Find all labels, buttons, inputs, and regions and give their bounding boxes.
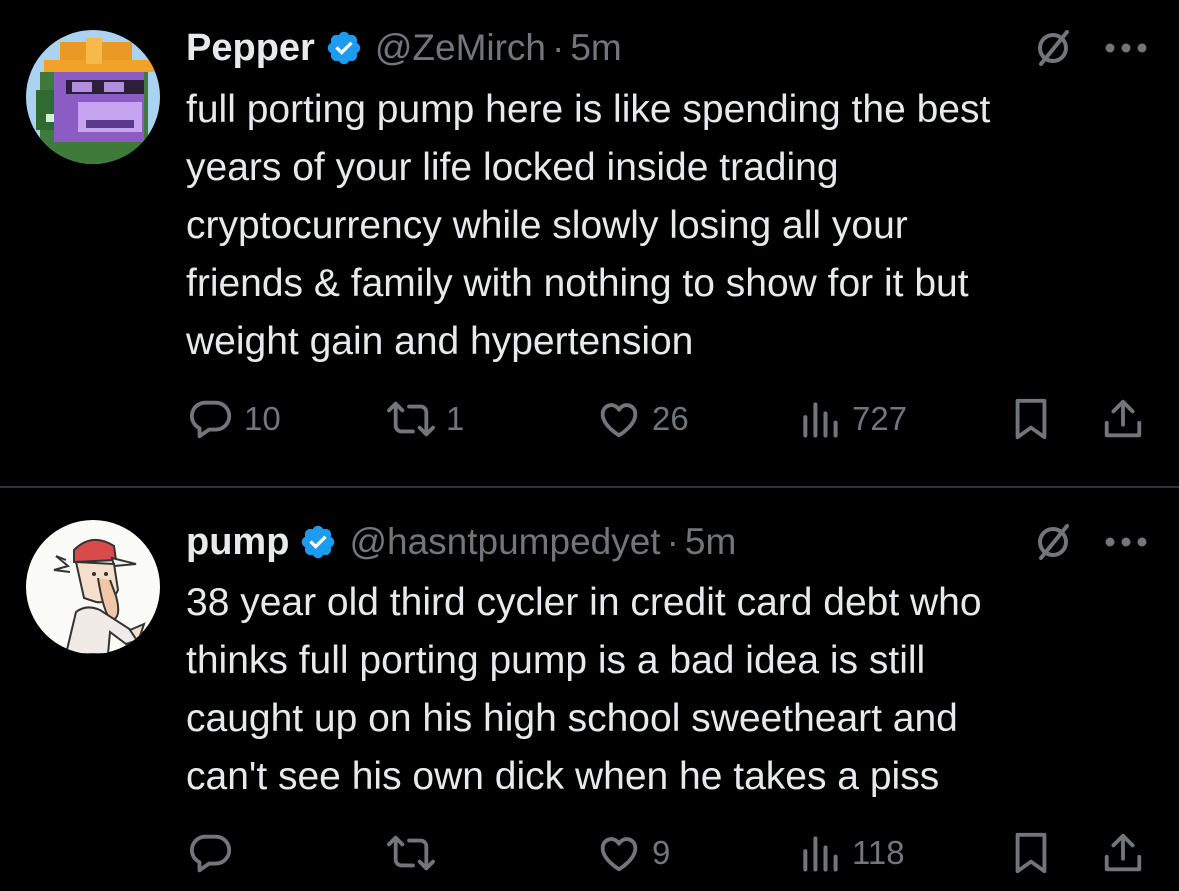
views-button[interactable]: 118 — [798, 828, 905, 878]
like-button[interactable]: 9 — [596, 828, 670, 878]
bookmark-button[interactable] — [1008, 828, 1054, 878]
tweet-header: pump @hasntpumpedyet · 5m — [186, 516, 1149, 568]
tweet-text-line: cryptocurrency while slowly losing all y… — [186, 204, 908, 247]
heart-icon — [600, 837, 638, 872]
repost-button[interactable] — [386, 828, 446, 878]
tweet[interactable]: pump @hasntpumpedyet · 5m 38 year old th… — [0, 488, 1179, 891]
like-button[interactable]: 26 — [596, 394, 689, 444]
tweet[interactable]: Pepper @ZeMirch · 5m full porting pump h… — [0, 0, 1179, 486]
action-bar: 10 1 26 727 — [186, 394, 1146, 444]
tweet-text-line: caught up on his high school sweetheart … — [186, 697, 958, 740]
tweet-text-line: 38 year old third cycler in credit card … — [186, 581, 982, 624]
grok-icon[interactable] — [1031, 26, 1075, 70]
reply-icon — [189, 400, 232, 439]
verified-badge-icon — [327, 31, 361, 65]
tweet-text-line: weight gain and hypertension — [186, 320, 694, 363]
reply-button[interactable]: 10 — [188, 394, 281, 444]
view-count: 727 — [852, 400, 908, 437]
grok-icon[interactable] — [1031, 520, 1075, 564]
analytics-icon — [803, 836, 838, 872]
repost-icon — [387, 401, 435, 437]
handle[interactable]: @ZeMirch — [375, 27, 546, 69]
like-count: 26 — [652, 400, 689, 437]
share-button[interactable] — [1100, 828, 1146, 878]
reply-icon — [189, 834, 232, 873]
more-options-icon[interactable] — [1103, 40, 1149, 56]
heart-icon — [600, 403, 638, 438]
action-bar: 9 118 — [186, 828, 1146, 878]
tweet-text-line: years of your life locked inside trading — [186, 146, 839, 189]
repost-button[interactable]: 1 — [386, 394, 464, 444]
analytics-icon — [803, 402, 838, 438]
more-options-icon[interactable] — [1103, 534, 1149, 550]
cartoon-man-avatar-icon — [26, 520, 160, 654]
share-icon — [1104, 399, 1142, 438]
repost-count: 1 — [446, 400, 465, 437]
share-icon — [1104, 833, 1142, 872]
tweet-text-line: full porting pump here is like spending … — [186, 88, 991, 131]
timestamp[interactable]: 5m — [570, 27, 621, 69]
bookmark-icon — [1015, 398, 1047, 440]
tweet-text: 38 year old third cycler in credit card … — [186, 574, 1146, 806]
handle[interactable]: @hasntpumpedyet — [349, 521, 660, 563]
share-button[interactable] — [1100, 394, 1146, 444]
tweet-text-line: can't see his own dick when he takes a p… — [186, 755, 940, 798]
tweet-text: full porting pump here is like spending … — [186, 81, 1146, 371]
timestamp[interactable]: 5m — [685, 521, 736, 563]
display-name[interactable]: Pepper — [186, 27, 315, 70]
pixel-ape-avatar-icon — [26, 30, 160, 164]
separator-dot: · — [552, 27, 565, 68]
reply-button[interactable] — [188, 828, 244, 878]
view-count: 118 — [852, 834, 905, 871]
tweet-text-line: friends & family with nothing to show fo… — [186, 262, 969, 305]
tweet-text-line: thinks full porting pump is a bad idea i… — [186, 639, 926, 682]
verified-badge-icon — [302, 525, 335, 559]
reply-count: 10 — [244, 400, 281, 437]
repost-icon — [387, 835, 435, 871]
display-name[interactable]: pump — [186, 521, 289, 564]
separator-dot: · — [666, 521, 679, 562]
bookmark-button[interactable] — [1008, 394, 1054, 444]
avatar[interactable] — [26, 520, 160, 654]
like-count: 9 — [652, 834, 671, 871]
tweet-header: Pepper @ZeMirch · 5m — [186, 22, 1149, 74]
avatar[interactable] — [26, 30, 160, 164]
bookmark-icon — [1015, 832, 1047, 874]
views-button[interactable]: 727 — [798, 394, 907, 444]
